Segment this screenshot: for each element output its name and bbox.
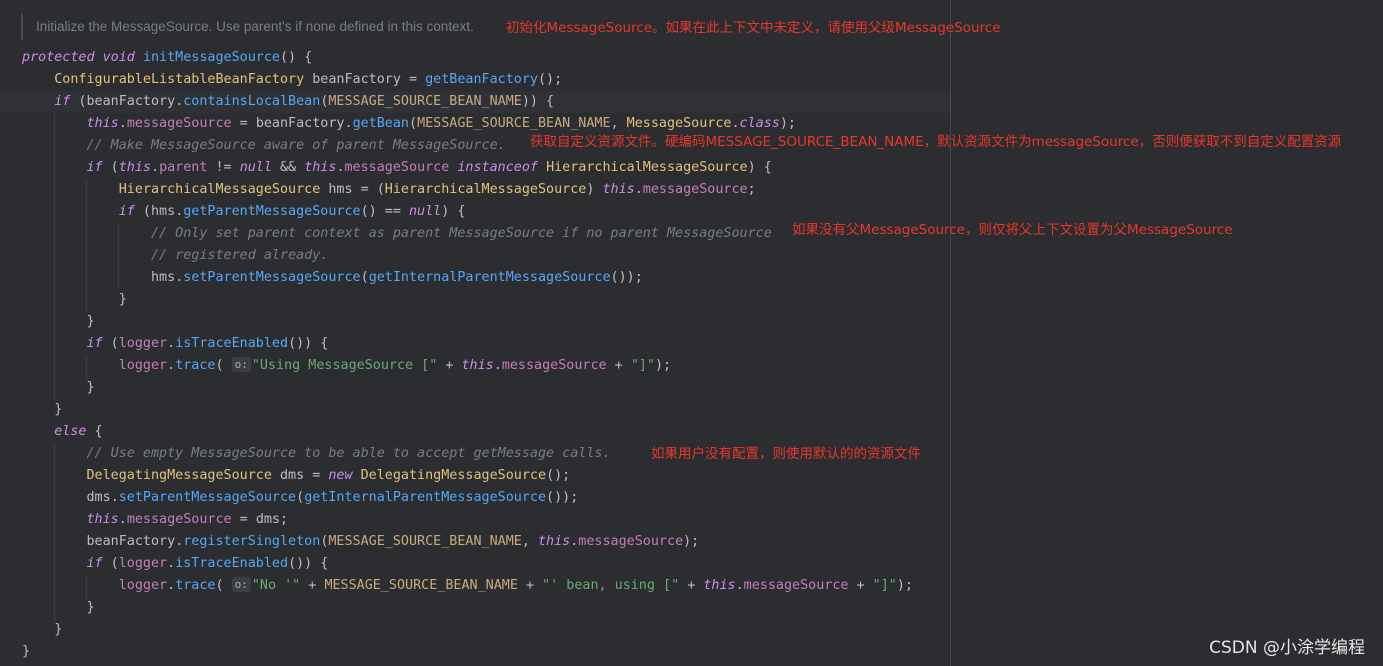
code-line: }: [22, 622, 63, 637]
code-line: if (logger.isTraceEnabled()) {: [86, 556, 329, 571]
code-line: hms.setParentMessageSource(getInternalPa…: [151, 270, 643, 285]
code-line: ConfigurableListableBeanFactory beanFact…: [54, 72, 563, 87]
code-line: logger.trace( o: "Using MessageSource [" …: [118, 357, 672, 373]
code-line: this.messageSource = beanFactory.getBean…: [86, 116, 796, 131]
rendered-javadoc: Initialize the MessageSource. Use parent…: [21, 14, 536, 40]
parameter-hint: o:: [231, 577, 251, 592]
code-line: if (this.parent != null && this.messageS…: [86, 160, 772, 175]
annotation-init: 初始化MessageSource。如果在此上下文中未定义，请使用父级Messag…: [506, 20, 1001, 36]
code-line: dms.setParentMessageSource(getInternalPa…: [86, 490, 579, 505]
annotation-parent: 如果没有父MessageSource，则仅将父上下文设置为父MessageSou…: [792, 222, 1233, 238]
right-margin-guide: [950, 0, 951, 666]
code-line: // Use empty MessageSource to be able to…: [86, 446, 611, 461]
code-line: }: [22, 380, 95, 395]
annotation-default: 如果用户没有配置，则使用默认的的资源文件: [651, 446, 921, 462]
code-line: }: [22, 600, 95, 615]
parameter-hint: o:: [231, 357, 251, 372]
code-line: // Make MessageSource aware of parent Me…: [86, 138, 506, 153]
code-line: DelegatingMessageSource dms = new Delega…: [86, 468, 571, 483]
code-line: protected void initMessageSource() {: [22, 50, 313, 65]
code-line: beanFactory.registerSingleton(MESSAGE_SO…: [86, 534, 700, 549]
annotation-custom-resource: 获取自定义资源文件。硬编码MESSAGE_SOURCE_BEAN_NAME，默认…: [530, 134, 1342, 150]
code-line: }: [22, 644, 31, 659]
csdn-watermark: CSDN @小涂学编程: [1209, 638, 1365, 658]
code-line: }: [22, 402, 63, 417]
code-line: this.messageSource = dms;: [86, 512, 289, 527]
code-line: if (beanFactory.containsLocalBean(MESSAG…: [54, 94, 555, 109]
code-line: logger.trace( o: "No '" + MESSAGE_SOURCE_…: [118, 577, 913, 593]
code-line: if (logger.isTraceEnabled()) {: [86, 336, 329, 351]
code-line: else {: [54, 424, 103, 439]
code-line: if (hms.getParentMessageSource() == null…: [118, 204, 466, 219]
code-line: HierarchicalMessageSource hms = (Hierarc…: [118, 182, 756, 197]
code-line: // registered already.: [151, 248, 329, 263]
code-line: // Only set parent context as parent Mes…: [151, 226, 772, 241]
code-line: }: [22, 314, 95, 329]
code-line: }: [22, 292, 127, 307]
